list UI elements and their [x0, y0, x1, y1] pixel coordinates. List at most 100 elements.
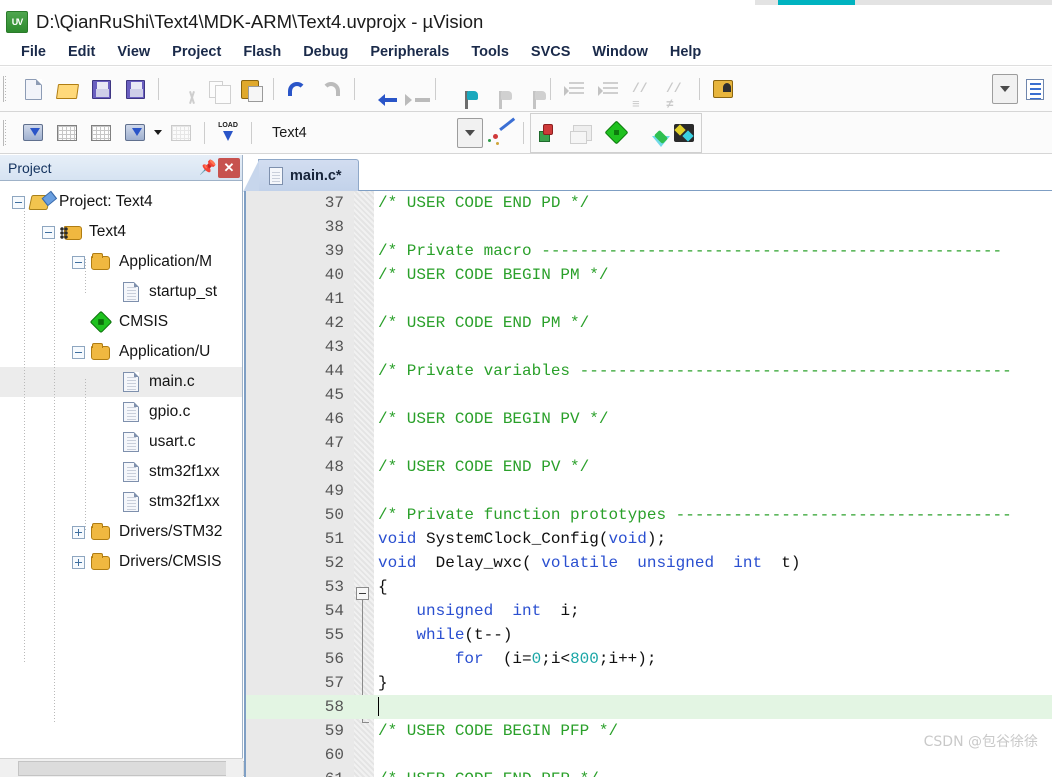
tree-item-target[interactable]: Text4 — [0, 217, 242, 247]
close-icon[interactable]: ✕ — [218, 157, 240, 178]
toolbar-separator — [273, 78, 274, 100]
save-icon — [91, 79, 111, 99]
tree-item-main-c[interactable]: main.c — [0, 367, 242, 397]
code-line: 51 void SystemClock_Config(void); — [246, 527, 1052, 551]
toolbar-separator — [204, 121, 205, 144]
tree-item-label: Text4 — [89, 223, 127, 240]
copy-button[interactable] — [199, 72, 233, 106]
manage-run-env-button[interactable] — [667, 116, 701, 150]
tree-item-application-user[interactable]: Application/U — [0, 337, 242, 367]
tree-item-project[interactable]: Project: Text4 — [0, 187, 242, 217]
menu-item-help[interactable]: Help — [659, 42, 712, 62]
comment-lines-button[interactable]: //≡ — [625, 72, 659, 112]
scroll-left-icon[interactable] — [0, 761, 17, 776]
target-dropdown-button[interactable] — [457, 117, 483, 148]
code-editor[interactable]: 37 /* USER CODE END PD */ 38 39 /* Private… — [244, 191, 1052, 777]
tree-item-label: stm32f1xx — [149, 463, 220, 480]
redo-button[interactable] — [314, 72, 348, 106]
project-panel: Project 📌 ✕ Project: Text4 Text4 Applica… — [0, 155, 373, 777]
tab-main-c[interactable]: main.c* — [243, 159, 359, 192]
code-line: 49 — [246, 479, 1052, 503]
target-options-button[interactable] — [483, 116, 517, 150]
tree-item-application-mdk[interactable]: Application/M — [0, 247, 242, 277]
target-selector[interactable]: Text4 — [272, 125, 457, 141]
expander-plus-icon[interactable] — [72, 555, 85, 569]
tree-item-cmsis[interactable]: CMSIS — [0, 307, 242, 337]
pack-installer-icon — [603, 120, 629, 145]
tree-item-stm32f1xx-1[interactable]: stm32f1xx — [0, 457, 242, 487]
multi-project-button[interactable] — [565, 116, 599, 150]
tree-item-gpio-c[interactable]: gpio.c — [0, 397, 242, 427]
find-in-files-icon — [713, 80, 733, 98]
text-caret — [378, 697, 379, 716]
tree-guide — [54, 229, 55, 722]
stop-build-button[interactable] — [164, 116, 198, 150]
tree-item-drivers-stm32[interactable]: Drivers/STM32 — [0, 517, 242, 547]
tree-item-label: Application/U — [119, 343, 211, 360]
menu-item-flash[interactable]: Flash — [232, 42, 292, 62]
run-utility-button[interactable] — [633, 116, 670, 150]
download-button[interactable] — [211, 116, 245, 150]
menu-item-peripherals[interactable]: Peripherals — [359, 42, 460, 62]
tree-item-startup-file[interactable]: startup_st — [0, 277, 242, 307]
doc-view-button[interactable] — [1018, 72, 1052, 106]
code-line: 43 — [246, 335, 1052, 359]
indent-left-icon — [598, 81, 618, 97]
save-all-button[interactable] — [118, 72, 152, 106]
scroll-right-icon[interactable] — [226, 761, 243, 776]
build-button[interactable] — [50, 116, 84, 150]
toolbar-grip[interactable] — [3, 76, 12, 102]
find-in-files-button[interactable] — [706, 72, 740, 106]
menu-item-svcs[interactable]: SVCS — [520, 42, 582, 62]
redo-icon — [322, 82, 340, 96]
menu-item-debug[interactable]: Debug — [292, 42, 359, 62]
menu-item-window[interactable]: Window — [581, 42, 658, 62]
menu-item-edit[interactable]: Edit — [57, 42, 106, 62]
save-button[interactable] — [84, 72, 118, 106]
navigate-forward-button[interactable] — [395, 72, 430, 106]
project-hscrollbar[interactable] — [0, 758, 373, 777]
toolbar-grip[interactable] — [3, 119, 12, 146]
menu-item-tools[interactable]: Tools — [460, 42, 520, 62]
tree-item-usart-c[interactable]: usart.c — [0, 427, 242, 457]
expander-minus-icon[interactable] — [72, 255, 85, 269]
batch-build-button[interactable] — [118, 116, 152, 150]
manage-project-button[interactable] — [531, 116, 565, 150]
translate-button[interactable] — [16, 116, 50, 150]
menu-item-file[interactable]: File — [10, 42, 57, 62]
cut-button[interactable] — [165, 72, 199, 106]
undo-icon — [288, 82, 306, 96]
undo-button[interactable] — [280, 72, 314, 106]
pack-installer-button[interactable] — [599, 116, 633, 150]
menu-item-project[interactable]: Project — [161, 42, 232, 62]
build-icon — [57, 124, 77, 141]
c-file-icon — [120, 491, 142, 513]
expander-minus-icon[interactable] — [42, 225, 55, 239]
project-tree[interactable]: Project: Text4 Text4 Application/M start… — [0, 181, 242, 758]
tree-item-drivers-cmsis[interactable]: Drivers/CMSIS — [0, 547, 242, 577]
code-line: 42 /* USER CODE END PM */ — [246, 311, 1052, 335]
expander-minus-icon[interactable] — [12, 195, 25, 209]
indent-right-button[interactable] — [557, 72, 591, 106]
expander-plus-icon[interactable] — [72, 525, 85, 539]
pin-icon[interactable]: 📌 — [198, 158, 218, 178]
paste-button[interactable] — [233, 72, 267, 106]
bookmark-toggle-button[interactable] — [442, 72, 478, 109]
comment-lines-icon: //≡ — [632, 81, 648, 112]
open-file-button[interactable] — [50, 72, 84, 106]
new-file-button[interactable] — [16, 72, 50, 106]
c-file-icon — [120, 461, 142, 483]
bookmark-next-button[interactable] — [476, 72, 512, 109]
uncomment-lines-button[interactable]: //≠ — [659, 72, 693, 112]
indent-left-button[interactable] — [591, 72, 625, 106]
code-line-current: 58 — [246, 695, 1052, 719]
bookmark-clear-button[interactable] — [510, 72, 546, 109]
rebuild-button[interactable] — [84, 116, 118, 150]
toolbar-overflow-button[interactable] — [992, 74, 1018, 104]
code-line: 59 /* USER CODE BEGIN PFP */ — [246, 719, 1052, 743]
expander-minus-icon[interactable] — [72, 345, 85, 359]
tree-item-stm32f1xx-2[interactable]: stm32f1xx — [0, 487, 242, 517]
menu-item-view[interactable]: View — [106, 42, 161, 62]
batch-build-dropdown[interactable] — [152, 116, 164, 150]
navigate-back-button[interactable] — [361, 72, 397, 106]
